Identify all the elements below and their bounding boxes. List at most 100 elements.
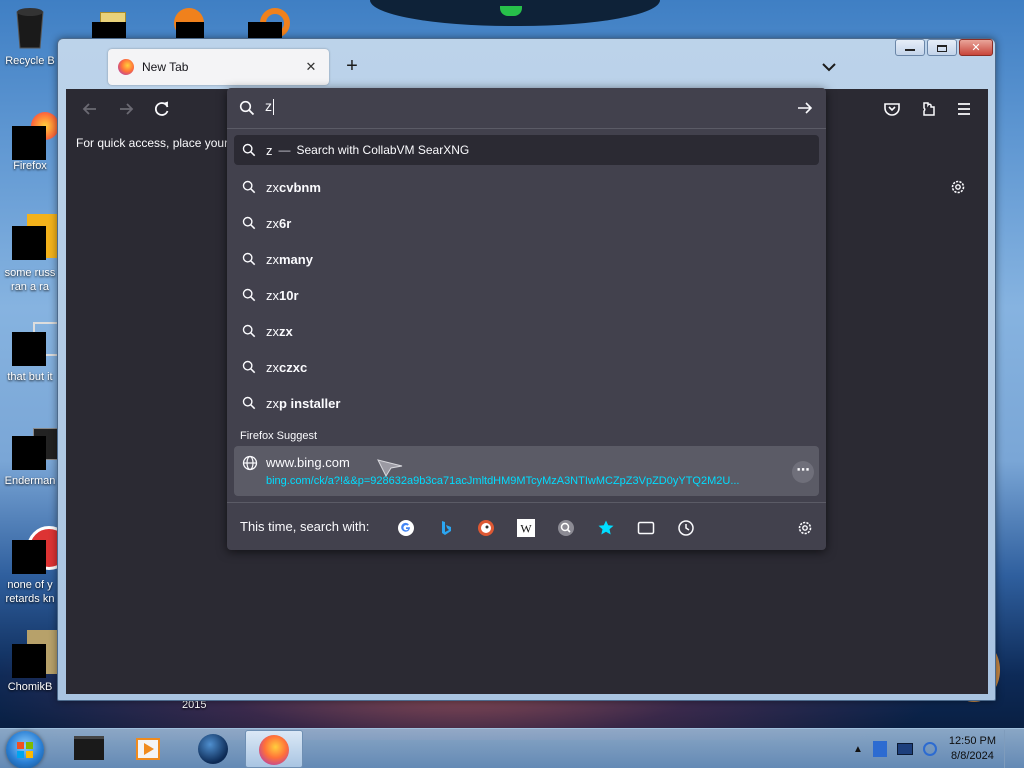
searxng-icon[interactable] — [557, 519, 575, 537]
close-window-button[interactable]: ✕ — [959, 39, 993, 56]
desktop-top-icon-3[interactable] — [248, 8, 290, 48]
suggestion-completion: many — [279, 251, 313, 267]
wallpaper-led — [500, 6, 522, 16]
minimize-button[interactable] — [895, 39, 925, 56]
taskbar-firefox[interactable] — [245, 730, 303, 768]
result-menu-button[interactable]: ⋯ — [792, 461, 814, 483]
gear-icon — [951, 180, 965, 194]
desktop-top-icon-1[interactable] — [92, 12, 126, 48]
desktop-icon-label: Firefox — [13, 160, 47, 172]
history-icon[interactable] — [677, 519, 695, 537]
search-icon — [242, 324, 256, 338]
taskbar-app-1[interactable] — [62, 730, 120, 768]
suggestion-typed: zx — [266, 323, 279, 339]
redaction-box — [12, 332, 46, 366]
text-caret — [273, 99, 274, 116]
urlbar-input-row[interactable]: z — [227, 88, 826, 128]
wikipedia-icon[interactable]: W — [517, 519, 535, 537]
back-button[interactable] — [80, 99, 102, 121]
taskbar-media-player[interactable] — [122, 730, 180, 768]
page-settings-button[interactable] — [949, 178, 967, 196]
firefox-suggest-result[interactable]: www.bing.com bing.com/ck/a?!&&p=928632a9… — [234, 446, 819, 496]
desktop-icon-label: Recycle B — [5, 55, 55, 67]
search-suggestion[interactable]: zxp installer — [234, 385, 819, 421]
back-arrow-icon — [82, 103, 96, 115]
show-hidden-icons-button[interactable]: ▲ — [853, 744, 863, 755]
forward-button[interactable] — [116, 99, 138, 121]
list-all-tabs-button[interactable] — [818, 57, 840, 77]
search-icon — [239, 100, 255, 116]
desktop-icon-none-of-y[interactable]: none of y retards kn — [0, 526, 71, 606]
search-suggestion[interactable]: zx6r — [234, 205, 819, 241]
go-button[interactable] — [796, 99, 814, 117]
heuristic-search-row[interactable]: z — Search with CollabVM SearXNG — [234, 135, 819, 165]
desktop-icon-enderman[interactable]: Enderman — [0, 426, 69, 488]
heuristic-query: z — [266, 142, 273, 158]
urlbar-input-value: z — [265, 98, 272, 114]
firefox-icon — [12, 112, 59, 160]
desktop-icon-some-russ[interactable]: some russ ran a ra — [0, 214, 67, 294]
network-icon[interactable] — [896, 743, 913, 755]
redaction-box — [12, 126, 46, 160]
search-suggestion[interactable]: zxmany — [234, 241, 819, 277]
close-icon: ✕ — [971, 42, 981, 54]
desktop-icon-label: Enderman — [4, 475, 56, 487]
taskbar-globe-app[interactable] — [184, 730, 242, 768]
recycle-bin-icon — [13, 6, 47, 49]
windows-logo-icon — [17, 742, 33, 758]
maximize-button[interactable] — [927, 39, 957, 56]
suggestion-typed: zx — [266, 179, 279, 195]
tab-title: New Tab — [142, 60, 189, 74]
action-center-icon[interactable] — [872, 741, 887, 757]
volume-icon[interactable] — [922, 742, 937, 756]
reload-button[interactable] — [152, 99, 174, 121]
suggestion-completion: cvbnm — [279, 179, 321, 195]
search-suggestion[interactable]: zx10r — [234, 277, 819, 313]
file-icon — [12, 214, 67, 260]
new-tab-button[interactable]: + — [340, 55, 364, 79]
pocket-button[interactable] — [882, 99, 904, 121]
app-menu-button[interactable] — [954, 99, 976, 121]
tab-new-tab[interactable]: New Tab ✕ — [108, 49, 329, 85]
urlbar-input[interactable]: z — [265, 98, 274, 116]
redaction-box — [12, 644, 46, 678]
search-icon — [242, 288, 256, 302]
desktop-icon-label: retards kn — [5, 593, 55, 605]
clock[interactable]: 12:50 PM 8/8/2024 — [949, 734, 996, 764]
desktop-icon-recycle-bin[interactable]: Recycle B — [0, 6, 60, 68]
desktop-icon-label: ran a ra — [11, 281, 49, 293]
suggestion-completion: czxc — [279, 359, 308, 375]
taskbar: ▲ 12:50 PM 8/8/2024 — [0, 728, 1024, 768]
chevron-down-icon — [822, 63, 836, 72]
search-settings-button[interactable] — [796, 519, 814, 537]
start-button[interactable] — [6, 731, 44, 768]
search-icon — [242, 180, 256, 194]
tab-close-icon[interactable]: ✕ — [303, 59, 319, 75]
show-desktop-button[interactable] — [1004, 730, 1014, 768]
bing-icon[interactable] — [437, 519, 455, 537]
clock-time: 12:50 PM — [948, 735, 996, 747]
desktop-icon-that-but-it[interactable]: that but it — [0, 322, 67, 384]
search-suggestion[interactable]: zxczxc — [234, 349, 819, 385]
search-suggestion[interactable]: zxzx — [234, 313, 819, 349]
duckduckgo-icon[interactable] — [477, 519, 495, 537]
system-tray: ▲ 12:50 PM 8/8/2024 — [853, 729, 1014, 768]
pocket-icon — [884, 103, 900, 116]
tabs-icon[interactable] — [637, 519, 655, 537]
google-icon[interactable] — [397, 519, 415, 537]
desktop-top-icon-2[interactable] — [172, 8, 206, 48]
suggest-title: www.bing.com — [266, 455, 350, 470]
redaction-box — [12, 436, 46, 470]
desktop-icon-chomik[interactable]: ChomikB — [0, 630, 71, 694]
search-icon — [242, 252, 256, 266]
desktop-icon-label: ChomikB — [7, 681, 53, 693]
globe-icon — [242, 455, 258, 471]
firefox-icon — [118, 59, 134, 75]
app-icon — [74, 736, 104, 760]
globe-icon — [198, 734, 228, 764]
extensions-button[interactable] — [918, 99, 940, 121]
suggestion-typed: zx — [266, 251, 279, 267]
desktop-icon-firefox[interactable]: Firefox — [0, 112, 60, 173]
bookmarks-icon[interactable] — [597, 519, 615, 537]
search-suggestion[interactable]: zxcvbnm — [234, 169, 819, 205]
